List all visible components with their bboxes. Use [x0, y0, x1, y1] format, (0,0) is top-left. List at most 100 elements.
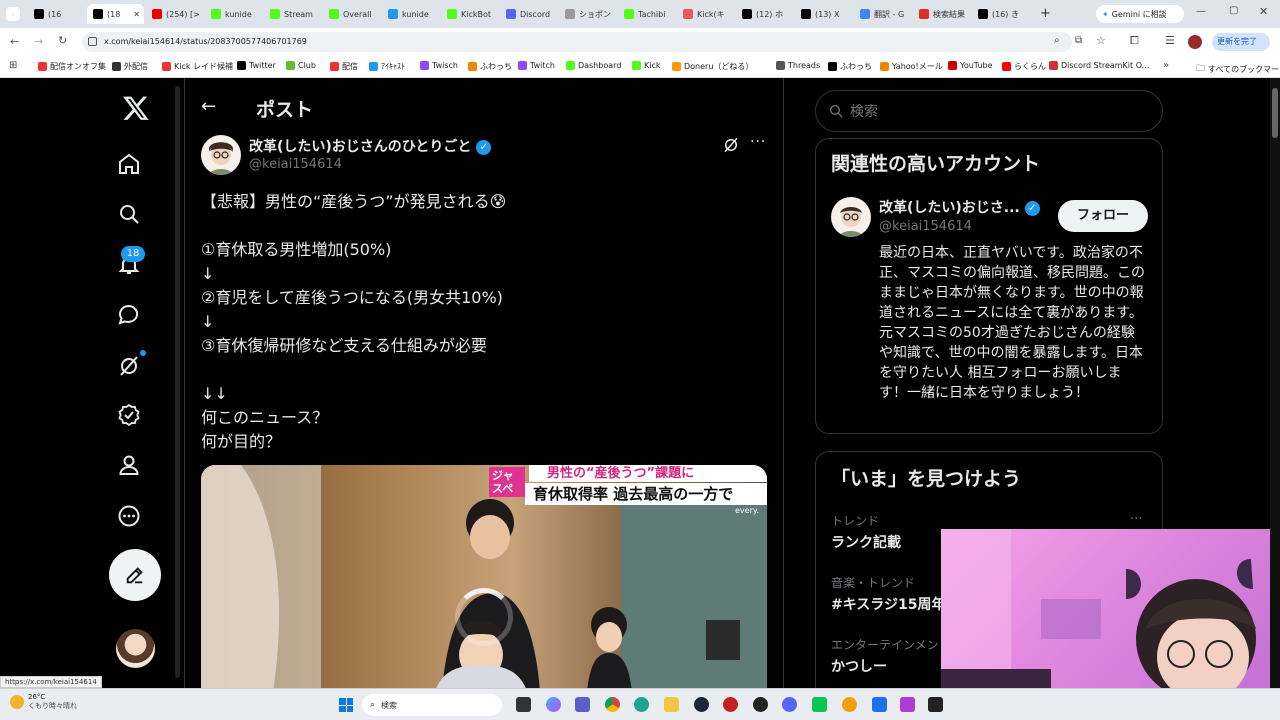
minimize-button[interactable]: — [1196, 6, 1206, 17]
app-icon[interactable] [842, 697, 857, 712]
terminal-icon[interactable] [928, 697, 943, 712]
home-icon[interactable] [116, 151, 142, 177]
post-more-icon[interactable]: ··· [750, 134, 766, 150]
browser-tab[interactable]: (12) ホ [736, 4, 793, 24]
steam-icon[interactable] [694, 697, 709, 712]
bookmark-item[interactable]: らくらん [1002, 61, 1046, 72]
bookmark-item[interactable]: Discord StreamKit O... [1049, 61, 1149, 70]
apps-icon[interactable]: ⊞ [9, 60, 17, 71]
browser-tab[interactable]: (254) [> [146, 4, 203, 24]
edge-icon[interactable] [634, 697, 649, 712]
discord-icon[interactable] [782, 697, 797, 712]
related-avatar[interactable] [831, 197, 871, 237]
bookmark-item[interactable]: Kick レイド候補 [162, 61, 233, 72]
bookmark-item[interactable]: Dashboard [566, 61, 621, 70]
forward-icon[interactable]: → [34, 35, 43, 48]
notes-icon[interactable] [872, 697, 887, 712]
verified-icon[interactable] [116, 402, 142, 428]
bookmark-item[interactable]: ｱｲｷｬｽﾄ [369, 61, 405, 72]
obs-icon[interactable] [753, 697, 768, 712]
browser-tab[interactable]: Tachibi [618, 4, 675, 24]
all-bookmarks-folder[interactable]: 🗀 すべてのブックマーク [1196, 61, 1280, 77]
extensions-icon[interactable]: ⧠ [1130, 34, 1139, 48]
grok-explain-icon[interactable] [722, 136, 740, 154]
grok-icon[interactable] [116, 353, 142, 379]
chrome-icon[interactable] [605, 697, 620, 712]
bookmark-item[interactable]: Kick [632, 61, 661, 70]
close-window-button[interactable]: ✕ [1259, 5, 1268, 18]
post-video[interactable]: ジャスペ 男性の“産後うつ”課題に 育休取得率 過去最高の一方で every. [201, 465, 767, 688]
more-circle-icon[interactable] [116, 503, 142, 529]
reload-icon[interactable]: ↻ [58, 34, 67, 47]
author-name[interactable]: 改革(したい)おじさんのひとりごと ✓ [249, 136, 492, 156]
browser-tab[interactable]: (18 ✕ [87, 4, 144, 24]
account-avatar[interactable] [116, 629, 155, 668]
profile-avatar[interactable] [1188, 35, 1202, 49]
search-box[interactable]: 検索 [815, 90, 1163, 132]
line-icon[interactable] [812, 697, 827, 712]
browser-tab[interactable]: KickBot [441, 4, 498, 24]
bookmark-item[interactable]: Twitter [237, 61, 276, 70]
more-bookmarks-icon[interactable]: » [1163, 60, 1169, 71]
tab-search-button[interactable]: ⌄ [6, 7, 20, 21]
bookmark-item[interactable]: 配信オンオフ集 [38, 61, 106, 72]
author-avatar[interactable] [201, 135, 241, 175]
browser-tab[interactable]: ショポン [559, 4, 616, 24]
explorer-icon[interactable] [664, 697, 679, 712]
gemini-button[interactable]: ✦ Gemini に相談 [1096, 5, 1184, 23]
related-name[interactable]: 改革(したい)おじさ... ✓ [879, 197, 1040, 217]
sidepanel-icon[interactable]: ☰ [1165, 34, 1175, 47]
bookmark-item[interactable]: Yahoo!メール [880, 61, 943, 72]
x-logo-icon[interactable] [122, 94, 150, 122]
browser-tab[interactable]: 翻訳 - G [854, 4, 911, 24]
bookmark-item[interactable]: 配信 [330, 61, 358, 72]
start-windows-icon[interactable] [339, 698, 353, 712]
bookmark-item[interactable]: Twitch [518, 61, 555, 70]
site-info-icon[interactable] [88, 37, 97, 46]
trend-more-icon[interactable]: ··· [1130, 512, 1142, 527]
bookmark-item[interactable]: YouTube [948, 61, 993, 70]
browser-tab[interactable]: (16) き [972, 4, 1029, 24]
explore-search-icon[interactable] [116, 201, 142, 227]
follow-button[interactable]: フォロー [1058, 200, 1148, 232]
task-view-icon[interactable] [516, 697, 531, 712]
browser-tab[interactable]: kunide [205, 4, 262, 24]
related-handle[interactable]: @keiai154614 [879, 219, 972, 234]
bookmark-item[interactable]: Doneru（どねる） [672, 61, 753, 72]
bookmark-item[interactable]: ふわっち [828, 61, 872, 72]
copilot-icon[interactable] [546, 697, 561, 712]
bookmark-item[interactable]: ふわっち [468, 61, 512, 72]
page-scrollbar-thumb[interactable] [1272, 88, 1278, 138]
teams-icon[interactable] [575, 697, 590, 712]
new-tab-button[interactable]: + [1040, 6, 1051, 21]
back-icon[interactable]: ← [10, 35, 19, 48]
author-handle[interactable]: @keiai154614 [249, 157, 342, 172]
browser-tab[interactable]: 検索結果 [913, 4, 970, 24]
bookmark-item[interactable]: Twisch [420, 61, 458, 70]
bookmark-item[interactable]: Club [286, 61, 316, 70]
left-scrollbar[interactable] [175, 86, 180, 678]
browser-tab[interactable]: (16 [28, 4, 85, 24]
browser-tab[interactable]: kunide [382, 4, 439, 24]
browser-tab[interactable]: (13) X [795, 4, 852, 24]
record-icon[interactable] [723, 697, 738, 712]
bookmark-item[interactable]: Threads [776, 61, 820, 70]
weather-widget[interactable]: 26°C くもり時々晴れ [10, 693, 77, 711]
cast-icon[interactable]: ⧉ [1075, 35, 1082, 46]
browser-tab[interactable]: Kick(キ [677, 4, 734, 24]
close-tab-icon[interactable]: ✕ [133, 10, 140, 19]
zoom-icon[interactable]: ⌕ [1054, 35, 1060, 46]
app2-icon[interactable] [900, 697, 915, 712]
url-field[interactable]: x.com/keiai154614/status/208370057740670… [82, 32, 1072, 52]
compose-post-button[interactable] [109, 549, 161, 601]
bookmark-item[interactable]: 外配信 [112, 61, 148, 72]
maximize-button[interactable]: ▢ [1229, 5, 1238, 16]
taskbar-search[interactable]: ⌕ 検索 [362, 694, 502, 716]
messages-icon[interactable] [116, 302, 142, 328]
browser-tab[interactable]: Discord [500, 4, 557, 24]
page-scrollbar[interactable] [1270, 78, 1280, 688]
browser-tab[interactable]: Overall [323, 4, 380, 24]
back-arrow-icon[interactable]: ← [201, 96, 216, 117]
bookmark-star-icon[interactable]: ☆ [1096, 34, 1106, 47]
browser-tab[interactable]: Stream [264, 4, 321, 24]
